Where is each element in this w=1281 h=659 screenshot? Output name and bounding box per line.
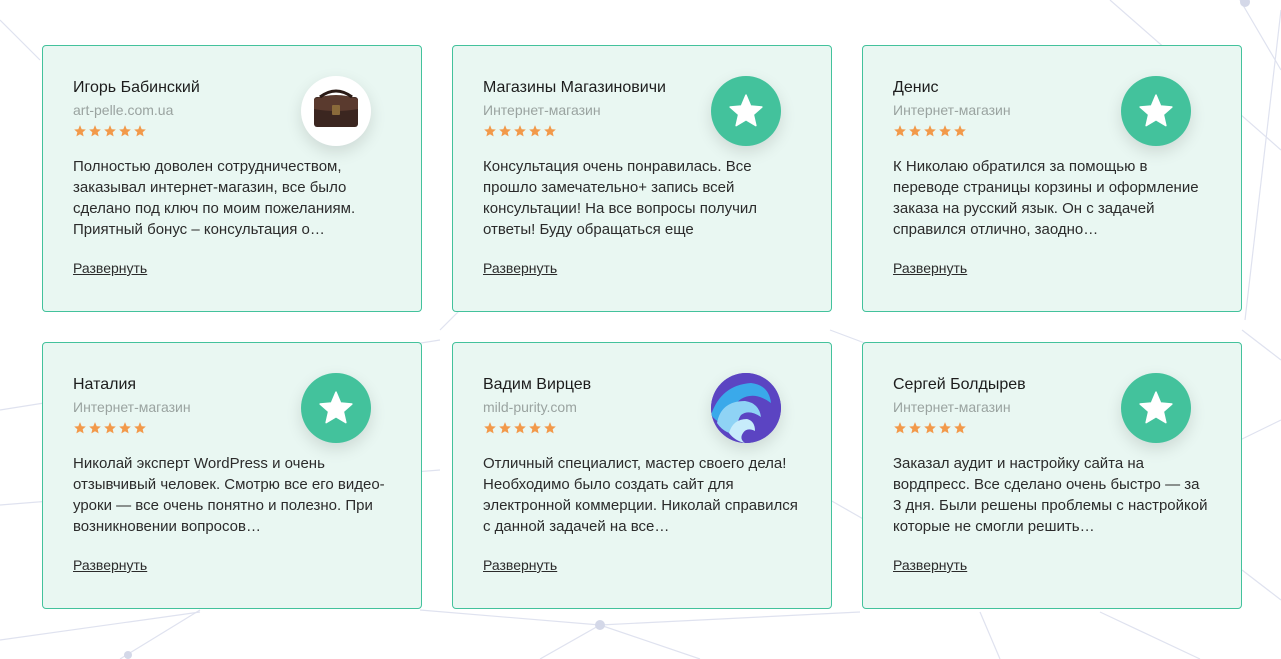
star-icon — [1139, 391, 1173, 424]
avatar — [301, 76, 371, 146]
star-icon — [939, 125, 951, 137]
star-icon — [894, 125, 906, 137]
avatar — [711, 76, 781, 146]
star-icon — [514, 422, 526, 434]
expand-link[interactable]: Развернуть — [893, 557, 967, 573]
avatar — [1121, 76, 1191, 146]
review-text: Отличный специалист, мастер своего дела!… — [483, 455, 798, 535]
star-icon — [544, 422, 556, 434]
star-icon — [119, 422, 131, 434]
review-card: Магазины Магазиновичи Интернет-магазин К… — [452, 45, 832, 312]
star-icon — [484, 125, 496, 137]
star-icon — [954, 125, 966, 137]
star-icon — [894, 422, 906, 434]
star-icon — [484, 422, 496, 434]
avatar — [711, 373, 781, 443]
star-icon — [529, 422, 541, 434]
wave-logo — [711, 373, 781, 443]
star-icon — [924, 125, 936, 137]
star-icon — [939, 422, 951, 434]
review-card: Наталия Интернет-магазин Николай эксперт… — [42, 342, 422, 609]
star-icon — [909, 125, 921, 137]
star-icon — [74, 422, 86, 434]
star-icon — [134, 422, 146, 434]
star-icon — [319, 391, 353, 424]
star-icon — [104, 422, 116, 434]
review-text: Николай эксперт WordPress и очень отзывч… — [73, 455, 385, 535]
review-text: Консультация очень понравилась. Все прош… — [483, 158, 758, 238]
star-icon — [729, 94, 763, 127]
expand-link[interactable]: Развернуть — [73, 557, 147, 573]
star-icon — [74, 125, 86, 137]
review-text: К Николаю обратился за помощью в перевод… — [893, 158, 1199, 238]
avatar — [1121, 373, 1191, 443]
review-card: Денис Интернет-магазин К Николаю обратил… — [862, 45, 1242, 312]
review-text: Заказал аудит и настройку сайта на вордп… — [893, 455, 1208, 535]
star-icon — [544, 125, 556, 137]
review-card: Игорь Бабинский art-pelle.com.ua Полност… — [42, 45, 422, 312]
star-icon — [134, 125, 146, 137]
review-card: Вадим Вирцев mild-purity.com Отличный сп… — [452, 342, 832, 609]
star-icon — [499, 125, 511, 137]
star-icon — [514, 125, 526, 137]
star-icon — [89, 422, 101, 434]
bag-photo — [314, 89, 358, 127]
review-text: Полностью доволен сотрудничеством, заказ… — [73, 158, 356, 238]
expand-link[interactable]: Развернуть — [893, 260, 967, 276]
star-icon — [1139, 94, 1173, 127]
star-icon — [89, 125, 101, 137]
reviews-grid: Игорь Бабинский art-pelle.com.ua Полност… — [42, 45, 1242, 609]
avatar — [301, 373, 371, 443]
star-icon — [954, 422, 966, 434]
star-icon — [499, 422, 511, 434]
star-icon — [119, 125, 131, 137]
star-icon — [924, 422, 936, 434]
review-card: Сергей Болдырев Интернет-магазин Заказал… — [862, 342, 1242, 609]
star-icon — [529, 125, 541, 137]
expand-link[interactable]: Развернуть — [483, 260, 557, 276]
star-icon — [909, 422, 921, 434]
expand-link[interactable]: Развернуть — [73, 260, 147, 276]
star-icon — [104, 125, 116, 137]
expand-link[interactable]: Развернуть — [483, 557, 557, 573]
